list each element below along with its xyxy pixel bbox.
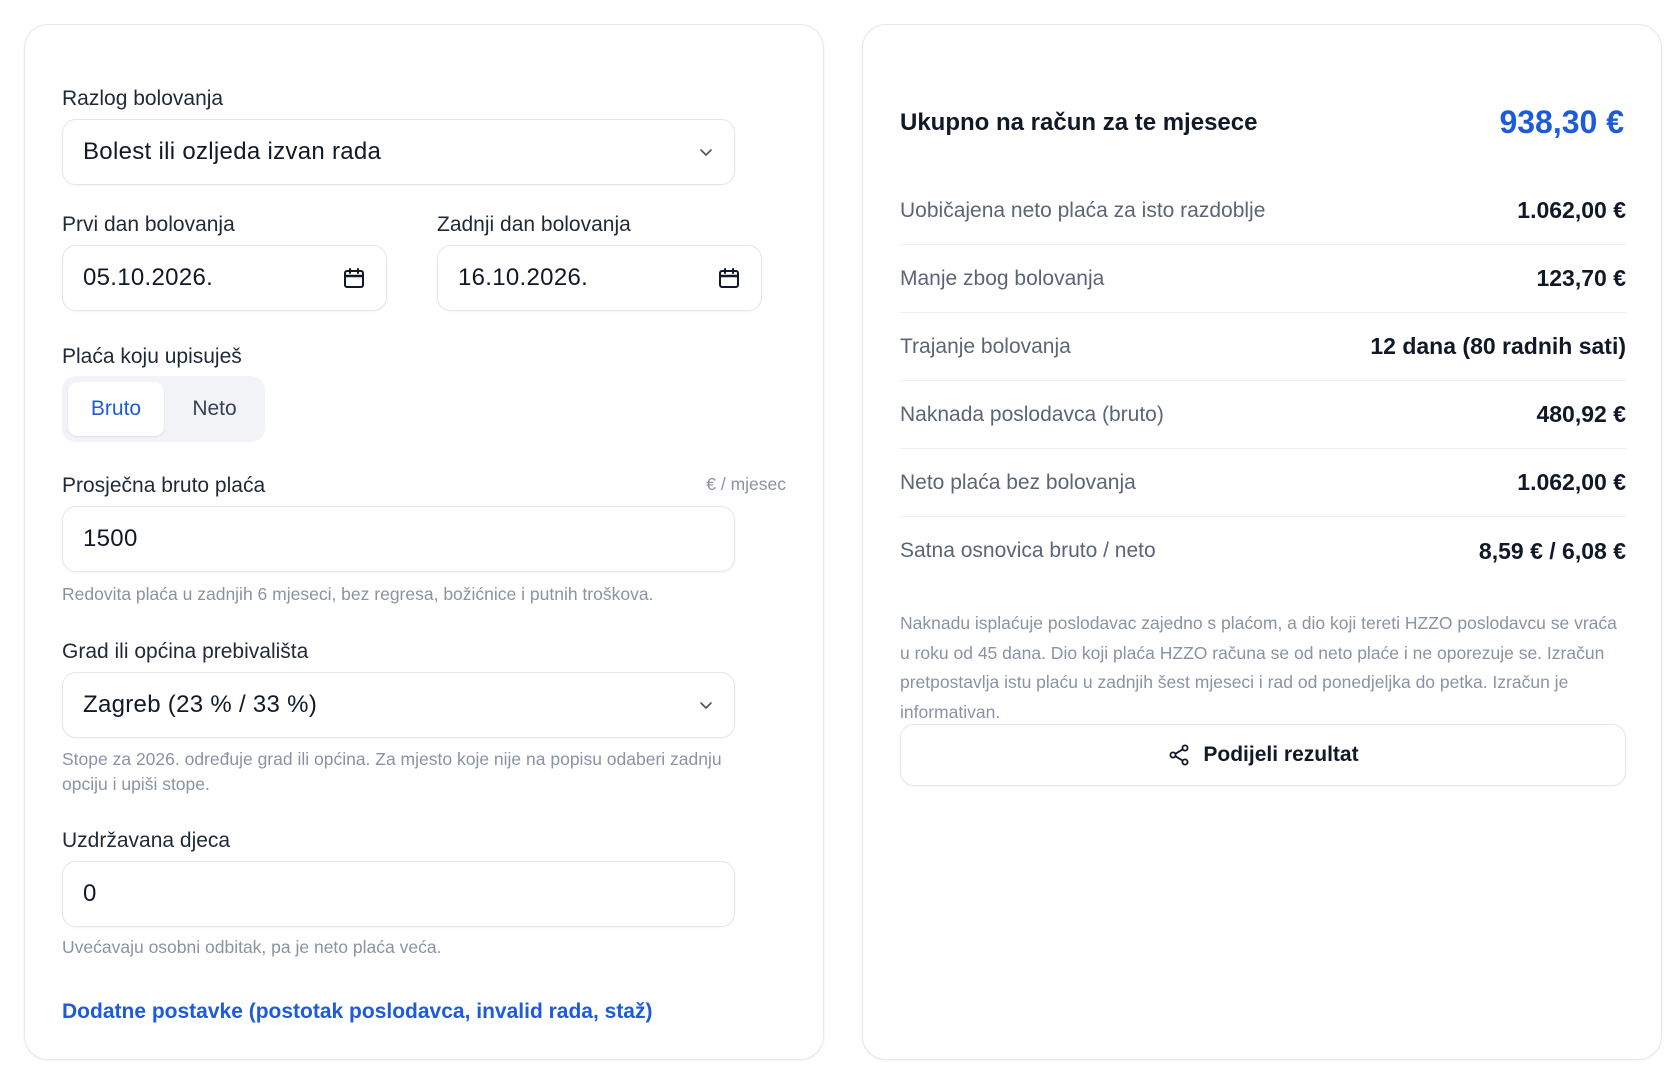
- salary-type-neto-button[interactable]: Neto: [170, 382, 259, 436]
- city-select[interactable]: Zagreb (23 % / 33 %): [62, 672, 735, 738]
- result-row: Neto plaća bez bolovanja 1.062,00 €: [900, 449, 1626, 517]
- result-row: Naknada poslodavca (bruto) 480,92 €: [900, 381, 1626, 449]
- avg-salary-input[interactable]: 1500: [62, 506, 735, 572]
- chevron-down-icon: [700, 149, 712, 156]
- result-row-value: 1.062,00 €: [1517, 197, 1626, 223]
- first-day-label: Prvi dan bolovanja: [62, 213, 235, 236]
- reason-label: Razlog bolovanja: [62, 87, 224, 110]
- children-value: 0: [83, 880, 97, 907]
- result-row-label: Manje zbog bolovanja: [900, 266, 1105, 290]
- avg-salary-unit: € / mjesec: [706, 474, 786, 494]
- result-row-label: Uobičajena neto plaća za isto razdoblje: [900, 198, 1266, 222]
- city-hint: Stope za 2026. određuje grad ili općina.…: [62, 749, 722, 794]
- result-row-label: Neto plaća bez bolovanja: [900, 470, 1136, 494]
- first-day-value: 05.10.2026.: [83, 264, 214, 291]
- children-label: Uzdržavana djeca: [62, 829, 231, 852]
- total-label: Ukupno na račun za te mjesece: [900, 109, 1258, 136]
- calculator-form-card: Razlog bolovanja Bolest ili ozljeda izva…: [24, 24, 824, 1060]
- result-row-label: Satna osnovica bruto / neto: [900, 539, 1156, 562]
- share-icon: [1169, 744, 1189, 766]
- reason-select[interactable]: Bolest ili ozljeda izvan rada: [62, 119, 735, 185]
- result-note: Naknadu isplaćuje poslodavac zajedno s p…: [900, 613, 1617, 722]
- result-row: Uobičajena neto plaća za isto razdoblje …: [900, 177, 1626, 245]
- city-label: Grad ili općina prebivališta: [62, 640, 309, 663]
- salary-type-bruto-button[interactable]: Bruto: [68, 382, 164, 436]
- calendar-icon[interactable]: [342, 266, 366, 290]
- last-day-value: 16.10.2026.: [458, 264, 589, 291]
- reason-select-value: Bolest ili ozljeda izvan rada: [83, 138, 382, 165]
- total-value: 938,30 €: [1499, 104, 1624, 140]
- advanced-settings-link[interactable]: Dodatne postavke (postotak poslodavca, i…: [62, 1000, 652, 1024]
- result-row-value: 12 dana (80 radnih sati): [1370, 333, 1626, 359]
- salary-type-label: Plaća koju upisuješ: [62, 345, 242, 368]
- calendar-icon[interactable]: [717, 266, 741, 290]
- result-row-value: 123,70 €: [1536, 265, 1626, 291]
- city-select-value: Zagreb (23 % / 33 %): [83, 691, 318, 718]
- children-hint: Uvećavaju osobni odbitak, pa je neto pla…: [62, 937, 442, 957]
- first-day-input[interactable]: 05.10.2026.: [62, 245, 387, 311]
- children-input[interactable]: 0: [62, 861, 735, 927]
- result-row-value: 8,59 € / 6,08 €: [1478, 537, 1626, 564]
- avg-salary-label: Prosječna bruto plaća: [62, 474, 266, 497]
- result-row: Manje zbog bolovanja 123,70 €: [900, 245, 1626, 313]
- result-card: Ukupno na račun za te mjesece 938,30 € U…: [862, 24, 1662, 1060]
- result-breakdown: Uobičajena neto plaća za isto razdoblje …: [900, 177, 1626, 585]
- avg-salary-hint: Redovita plaća u zadnjih 6 mjeseci, bez …: [62, 584, 654, 604]
- last-day-input[interactable]: 16.10.2026.: [437, 245, 762, 311]
- share-result-button[interactable]: Podijeli rezultat: [900, 724, 1626, 786]
- share-result-label: Podijeli rezultat: [1203, 743, 1359, 766]
- result-row-label: Naknada poslodavca (bruto): [900, 402, 1164, 426]
- result-row: Satna osnovica bruto / neto 8,59 € / 6,0…: [900, 517, 1626, 585]
- last-day-label: Zadnji dan bolovanja: [437, 213, 631, 236]
- result-row-label: Trajanje bolovanja: [900, 334, 1071, 358]
- chevron-down-icon: [700, 702, 712, 709]
- result-row-value: 1.062,00 €: [1517, 469, 1626, 495]
- result-row: Trajanje bolovanja 12 dana (80 radnih sa…: [900, 313, 1626, 381]
- salary-type-toggle: Bruto Neto: [62, 376, 265, 442]
- avg-salary-value: 1500: [83, 525, 138, 552]
- result-row-value: 480,92 €: [1536, 401, 1626, 427]
